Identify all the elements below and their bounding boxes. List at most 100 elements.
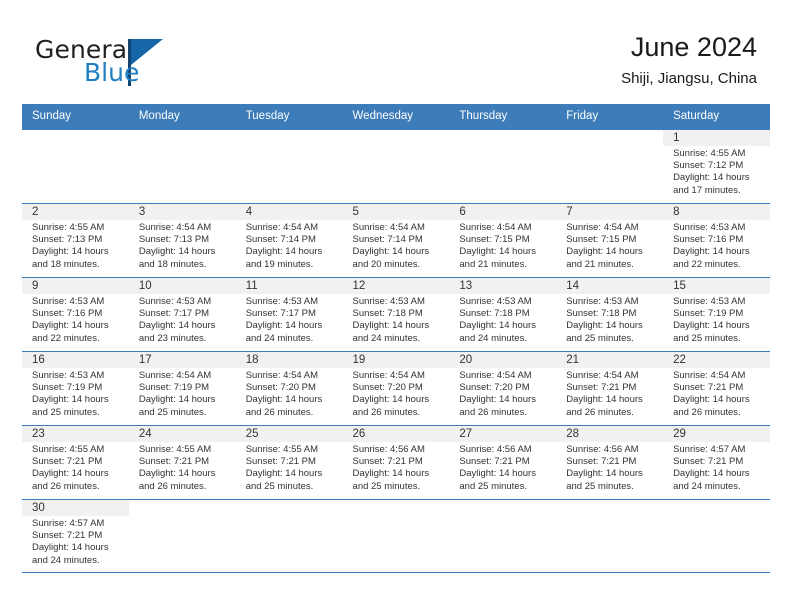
day-number <box>236 500 343 501</box>
calendar-day-cell[interactable]: 21 Sunrise: 4:54 AM Sunset: 7:21 PM Dayligh… <box>556 351 664 425</box>
calendar-page: General Blue June 2024 Shiji, Jiangsu, C… <box>0 0 792 612</box>
calendar-day-cell[interactable]: 11 Sunrise: 4:53 AM Sunset: 7:17 PM Dayligh… <box>235 277 343 351</box>
calendar-day-cell[interactable]: 30 Sunrise: 4:57 AM Sunset: 7:21 PM Dayligh… <box>22 499 129 573</box>
calendar-day-cell[interactable]: 18 Sunrise: 4:54 AM Sunset: 7:20 PM Dayligh… <box>235 351 343 425</box>
daylight-text-line1: Daylight: 14 hours <box>673 320 750 332</box>
daylight-text-line2: and 24 minutes. <box>32 554 100 566</box>
calendar-day-cell[interactable]: 19 Sunrise: 4:54 AM Sunset: 7:20 PM Dayligh… <box>342 351 450 425</box>
day-number: 29 <box>673 428 686 440</box>
calendar-day-cell[interactable]: 12 Sunrise: 4:53 AM Sunset: 7:18 PM Dayligh… <box>342 277 450 351</box>
daylight-text-line2: and 25 minutes. <box>352 480 421 492</box>
sunset-text: Sunset: 7:14 PM <box>245 234 316 246</box>
calendar-day-cell[interactable]: 24 Sunrise: 4:55 AM Sunset: 7:21 PM Dayligh… <box>128 425 236 499</box>
calendar-day-cell[interactable]: 26 Sunrise: 4:56 AM Sunset: 7:21 PM Dayligh… <box>342 425 450 499</box>
day-number: 28 <box>566 428 580 440</box>
calendar-day-cell[interactable]: 27 Sunrise: 4:56 AM Sunset: 7:21 PM Dayligh… <box>449 425 557 499</box>
daylight-text-line1: Daylight: 14 hours <box>352 246 430 258</box>
calendar-day-cell[interactable]: 10 Sunrise: 4:53 AM Sunset: 7:17 PM Dayligh… <box>128 277 236 351</box>
calendar-day-cell[interactable]: 5 Sunrise: 4:54 AM Sunset: 7:14 PM Daylight… <box>342 203 450 277</box>
daylight-text-line2: and 25 minutes. <box>459 480 527 492</box>
page-header: General Blue June 2024 Shiji, Jiangsu, C… <box>0 0 792 100</box>
calendar-day-cell[interactable] <box>342 499 450 573</box>
daylight-text-line1: Daylight: 14 hours <box>32 468 109 480</box>
sunrise-text: Sunrise: 4:53 AM <box>138 296 212 307</box>
day-number: 23 <box>32 428 45 440</box>
calendar-day-cell[interactable] <box>128 499 236 573</box>
sunset-text: Sunset: 7:13 PM <box>32 234 103 246</box>
daylight-text-line1: Daylight: 14 hours <box>352 394 430 406</box>
calendar-day-cell[interactable] <box>556 499 664 573</box>
calendar-day-cell[interactable] <box>449 129 557 203</box>
daylight-text-line2: and 25 minutes. <box>245 480 314 492</box>
calendar-day-cell[interactable]: 29 Sunrise: 4:57 AM Sunset: 7:21 PM Dayligh… <box>663 425 770 499</box>
calendar-day-cell[interactable] <box>556 129 664 203</box>
day-number: 27 <box>459 428 473 440</box>
day-number: 10 <box>138 280 152 292</box>
day-number <box>129 500 236 501</box>
calendar-day-cell[interactable] <box>128 129 236 203</box>
day-number: 3 <box>138 206 146 218</box>
daylight-text-line1: Daylight: 14 hours <box>32 542 109 554</box>
sunrise-text: Sunrise: 4:54 AM <box>352 222 425 233</box>
weekday-header-saturday: Saturday <box>663 104 770 129</box>
calendar-day-cell[interactable]: 17 Sunrise: 4:54 AM Sunset: 7:19 PM Dayligh… <box>128 351 236 425</box>
daylight-text-line1: Daylight: 14 hours <box>245 320 323 332</box>
calendar-day-cell[interactable]: 20 Sunrise: 4:54 AM Sunset: 7:20 PM Dayligh… <box>449 351 557 425</box>
daylight-text-line1: Daylight: 14 hours <box>32 394 109 406</box>
daylight-text-line2: and 25 minutes. <box>673 332 741 344</box>
calendar-day-cell[interactable] <box>342 129 450 203</box>
calendar-day-cell[interactable]: 25 Sunrise: 4:55 AM Sunset: 7:21 PM Dayligh… <box>235 425 343 499</box>
calendar-header-row: Sunday Monday Tuesday Wednesday Thursday… <box>22 104 770 129</box>
sunset-text: Sunset: 7:13 PM <box>138 234 210 246</box>
calendar-day-cell[interactable]: 3 Sunrise: 4:54 AM Sunset: 7:13 PM Daylight… <box>128 203 236 277</box>
calendar-day-cell[interactable] <box>22 129 129 203</box>
day-number: 18 <box>245 354 259 366</box>
sunrise-text: Sunrise: 4:54 AM <box>352 370 425 381</box>
calendar-day-cell[interactable]: 6 Sunrise: 4:54 AM Sunset: 7:15 PM Daylight… <box>449 203 557 277</box>
calendar-day-cell[interactable] <box>449 499 557 573</box>
calendar-day-cell[interactable]: 7 Sunrise: 4:54 AM Sunset: 7:15 PM Daylight… <box>556 203 664 277</box>
day-number <box>236 130 343 131</box>
calendar-week-row: 2 Sunrise: 4:55 AM Sunset: 7:13 PM Daylight… <box>22 203 770 277</box>
sunrise-text: Sunrise: 4:57 AM <box>673 444 746 455</box>
sunrise-text: Sunrise: 4:55 AM <box>32 222 105 233</box>
calendar-day-cell[interactable]: 13 Sunrise: 4:53 AM Sunset: 7:18 PM Dayligh… <box>449 277 557 351</box>
daylight-text-line2: and 24 minutes. <box>673 480 741 492</box>
day-number: 12 <box>352 280 366 292</box>
day-number <box>449 500 556 501</box>
calendar-day-cell[interactable]: 28 Sunrise: 4:56 AM Sunset: 7:21 PM Dayligh… <box>556 425 664 499</box>
calendar-day-cell[interactable]: 22 Sunrise: 4:54 AM Sunset: 7:21 PM Dayligh… <box>663 351 770 425</box>
calendar-day-cell[interactable] <box>235 499 343 573</box>
calendar-day-cell[interactable] <box>663 499 770 573</box>
day-number: 4 <box>245 206 253 218</box>
daylight-text-line2: and 24 minutes. <box>352 332 421 344</box>
calendar-day-cell[interactable]: 9 Sunrise: 4:53 AM Sunset: 7:16 PM Daylight… <box>22 277 129 351</box>
calendar-day-cell[interactable]: 8 Sunrise: 4:53 AM Sunset: 7:16 PM Daylight… <box>663 203 770 277</box>
sunset-text: Sunset: 7:20 PM <box>352 382 423 394</box>
general-blue-logo: General Blue <box>35 36 215 87</box>
daylight-text-line1: Daylight: 14 hours <box>566 394 643 406</box>
sunrise-text: Sunrise: 4:54 AM <box>245 222 319 233</box>
daylight-text-line2: and 21 minutes. <box>459 258 527 270</box>
calendar-day-cell[interactable]: 1 Sunrise: 4:55 AM Sunset: 7:12 PM Daylight… <box>663 129 770 203</box>
calendar-day-cell[interactable]: 2 Sunrise: 4:55 AM Sunset: 7:13 PM Daylight… <box>22 203 129 277</box>
sunset-text: Sunset: 7:21 PM <box>673 456 744 468</box>
calendar-day-cell[interactable]: 23 Sunrise: 4:55 AM Sunset: 7:21 PM Dayligh… <box>22 425 129 499</box>
daylight-text-line1: Daylight: 14 hours <box>459 320 536 332</box>
calendar-day-cell[interactable]: 16 Sunrise: 4:53 AM Sunset: 7:19 PM Dayligh… <box>22 351 129 425</box>
calendar-day-cell[interactable]: 4 Sunrise: 4:54 AM Sunset: 7:14 PM Daylight… <box>235 203 343 277</box>
daylight-text-line1: Daylight: 14 hours <box>459 394 536 406</box>
weekday-header-wednesday: Wednesday <box>342 104 450 129</box>
day-number: 22 <box>673 354 686 366</box>
day-number <box>556 500 663 501</box>
calendar-day-cell[interactable]: 15 Sunrise: 4:53 AM Sunset: 7:19 PM Dayligh… <box>663 277 770 351</box>
calendar-day-cell[interactable] <box>235 129 343 203</box>
day-number: 21 <box>566 354 580 366</box>
sunrise-text: Sunrise: 4:55 AM <box>245 444 319 455</box>
calendar-day-cell[interactable]: 14 Sunrise: 4:53 AM Sunset: 7:18 PM Dayligh… <box>556 277 664 351</box>
sunset-text: Sunset: 7:21 PM <box>138 456 210 468</box>
day-number <box>449 130 556 131</box>
sunset-text: Sunset: 7:21 PM <box>32 456 103 468</box>
day-number <box>556 130 663 131</box>
page-subtitle: Shiji, Jiangsu, China <box>621 70 757 87</box>
